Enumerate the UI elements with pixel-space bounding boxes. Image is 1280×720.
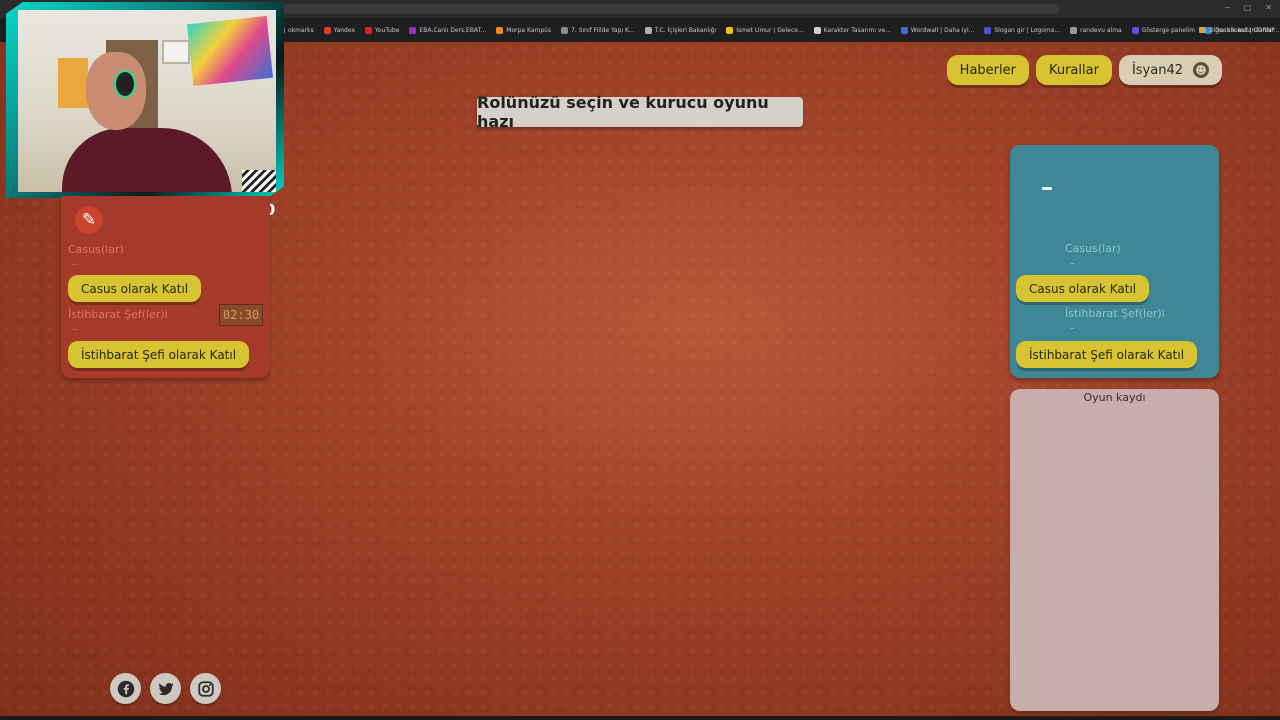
folder-icon	[1199, 27, 1207, 33]
bookmark-favicon-icon	[561, 26, 569, 34]
red-chief-list: –	[72, 324, 77, 335]
window-controls: ─ □ ✕	[1225, 3, 1272, 12]
streamer-body	[62, 128, 232, 192]
bookmark-item[interactable]: İsmet Umur | Gelece...	[726, 26, 804, 34]
bookmark-label: Gösterge panelim	[1141, 26, 1196, 34]
bookmark-label: Karakter Tasarımı ve...	[823, 26, 891, 34]
minimize-icon[interactable]: ─	[1225, 3, 1230, 12]
other-bookmarks-label: Diğer sık kullanılanlar	[1209, 26, 1274, 34]
blue-chief-list: –	[1070, 323, 1075, 334]
bookmark-label: Wordwall | Daha iyi...	[910, 26, 975, 34]
wall-frame	[162, 40, 190, 64]
bookmark-favicon-icon	[726, 26, 734, 34]
twitter-icon[interactable]	[150, 673, 181, 704]
bookmark-favicon-icon	[409, 26, 417, 34]
bookmark-favicon-icon	[365, 26, 372, 34]
blue-join-chief-button[interactable]: İstihbarat Şefi olarak Katıl	[1016, 341, 1198, 368]
quill-icon: ✎	[75, 206, 103, 234]
bookmark-label: 7. Sınıf Fiilde Yapı K...	[571, 26, 635, 34]
bookmark-label: YouTube	[375, 26, 400, 34]
other-bookmarks[interactable]: Diğer sık kullanılanlar	[1199, 18, 1274, 42]
social-links	[110, 673, 221, 704]
bookmark-label: randevu alma	[1080, 26, 1122, 34]
bookmark-item[interactable]: Slogan gir | Logoma...	[984, 26, 1061, 34]
bookmark-favicon-icon	[323, 26, 331, 34]
instagram-icon[interactable]	[190, 673, 221, 704]
bookmark-item[interactable]: Wordwall | Daha iyi...	[900, 26, 975, 34]
webcam-overlay	[6, 2, 284, 198]
bookmark-label: Yandex	[333, 26, 355, 34]
bookmark-favicon-icon	[1070, 26, 1078, 34]
bookmark-label: EBA,Canlı Ders,EBAT...	[419, 26, 487, 34]
bookmark-label: okmarks	[288, 26, 314, 34]
game-log-panel[interactable]: Oyun kaydı	[1010, 389, 1219, 711]
bookmark-item[interactable]: YouTube	[365, 26, 400, 34]
red-join-chief-button[interactable]: İstihbarat Şefi olarak Katıl	[68, 341, 250, 368]
blue-team-panel: Casus(lar) – Casus olarak Katıl İstihbar…	[1010, 145, 1219, 378]
bookmark-favicon-icon	[984, 26, 992, 34]
address-bar[interactable]	[280, 4, 1060, 14]
smiley-icon: ☻	[1193, 62, 1209, 78]
bookmark-item[interactable]: Morpa Kampüs	[496, 26, 552, 34]
red-join-spy-button[interactable]: Casus olarak Katıl	[68, 275, 202, 302]
background-object	[58, 58, 88, 108]
bookmark-item[interactable]: randevu alma	[1070, 26, 1122, 34]
turn-timer: 02:30	[219, 304, 263, 326]
bookmark-favicon-icon	[644, 26, 652, 34]
red-team-panel: ✎ Casus(lar) – Casus olarak Katıl İstihb…	[61, 196, 270, 378]
facebook-icon[interactable]	[110, 673, 141, 704]
bookmark-item[interactable]: Yandex	[323, 26, 355, 34]
user-menu-button[interactable]: İsyan42 ☻	[1118, 55, 1222, 85]
red-chief-label: İstihbarat Şef(ler)i	[68, 308, 168, 321]
webcam-video	[18, 10, 276, 192]
bookmark-favicon-icon	[1131, 26, 1139, 34]
blue-spy-list: –	[1070, 258, 1075, 269]
bookmark-item[interactable]: Karakter Tasarımı ve...	[813, 26, 891, 34]
bookmark-label: Morpa Kampüs	[506, 26, 552, 34]
bookmarks-list: okmarks Yandex YouTube EBA,Canlı Ders,EBAT.…	[278, 18, 1280, 42]
wall-painting	[186, 15, 274, 87]
game-log-title: Oyun kaydı	[1083, 391, 1146, 404]
bookmark-label: İsmet Umur | Gelece...	[736, 26, 804, 34]
maximize-icon[interactable]: □	[1244, 3, 1252, 12]
status-banner: Rolünüzü seçin ve kurucu oyunu hazı	[477, 93, 803, 131]
bookmark-favicon-icon	[900, 26, 908, 34]
username: İsyan42	[1131, 62, 1183, 78]
bookmark-item[interactable]: 7. Sınıf Fiilde Yapı K...	[561, 26, 635, 34]
decor-stripes	[242, 170, 276, 192]
rules-button[interactable]: Kurallar	[1035, 55, 1112, 85]
bookmark-item[interactable]: Gösterge panelim	[1131, 26, 1196, 34]
blue-join-spy-button[interactable]: Casus olarak Katıl	[1016, 275, 1150, 302]
red-spy-label: Casus(lar)	[68, 243, 124, 256]
blue-team-indicator	[1042, 187, 1052, 190]
bookmark-item[interactable]: T.C. İçişleri Bakanlığı	[644, 26, 717, 34]
close-icon[interactable]: ✕	[1265, 3, 1272, 12]
taskbar-edge	[0, 716, 1280, 720]
bookmark-favicon-icon	[813, 26, 821, 34]
news-button[interactable]: Haberler	[946, 55, 1029, 85]
top-nav: Haberler Kurallar İsyan42 ☻	[946, 55, 1222, 85]
blue-chief-label: İstihbarat Şef(ler)i	[1065, 307, 1165, 320]
bookmark-label: T.C. İçişleri Bakanlığı	[654, 26, 717, 34]
bookmark-favicon-icon	[496, 26, 504, 34]
blue-spy-label: Casus(lar)	[1065, 242, 1121, 255]
bookmark-label: Slogan gir | Logoma...	[994, 26, 1061, 34]
headset-icon	[114, 70, 136, 98]
red-spy-list: –	[72, 259, 77, 270]
bookmark-item[interactable]: EBA,Canlı Ders,EBAT...	[409, 26, 487, 34]
